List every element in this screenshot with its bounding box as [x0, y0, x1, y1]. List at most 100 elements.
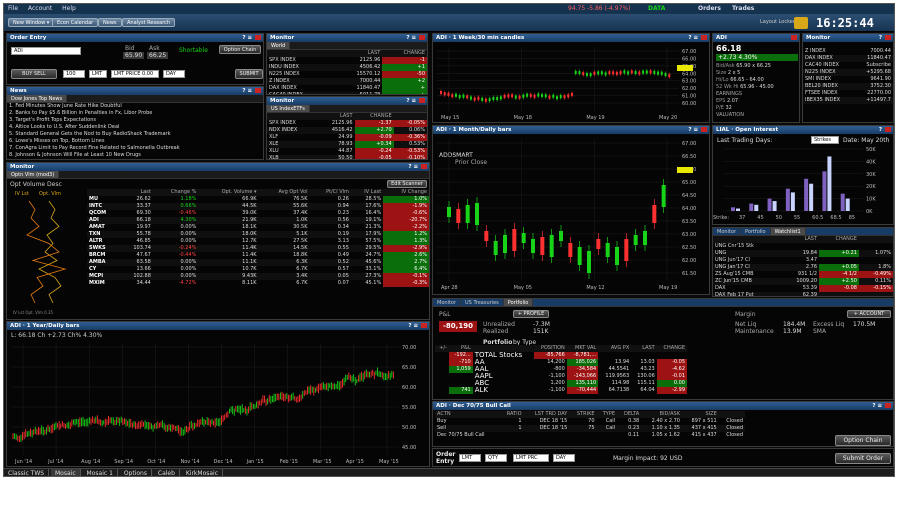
- new-window-button[interactable]: New Window ▾: [8, 18, 55, 27]
- column-header[interactable]: [87, 189, 120, 196]
- option-chain-button[interactable]: Option Chain: [219, 45, 261, 54]
- table-row[interactable]: Z INDEX 7000.44: [803, 48, 893, 55]
- table-row[interactable]: Dec 70/75 Bull Call 0.11 1.05 x 1.62 415 x …: [435, 432, 745, 439]
- column-header[interactable]: [472, 345, 534, 352]
- analyst-research-button[interactable]: Analyst Research: [122, 18, 176, 27]
- column-header[interactable]: SIZE: [681, 411, 719, 418]
- table-row[interactable]: ZS Aug'15 CMB 931 1/2 -4 1/2 -0.49%: [713, 271, 893, 278]
- table-row[interactable]: ALTR 46.85 0.00% 12.7K 27.5K 3.13 57.5% 1.3%: [87, 238, 429, 245]
- tab-portfolio[interactable]: Portfolio: [741, 228, 771, 235]
- column-header[interactable]: [858, 236, 893, 243]
- add-profile-button[interactable]: + PROFILE: [513, 310, 549, 318]
- table-row[interactable]: SPX INDEX 2125.96 -1.37 -0.05%: [267, 120, 427, 127]
- table-row[interactable]: XLU 44.87 -0.24 -0.53%: [267, 148, 427, 155]
- position-row[interactable]: -710 AA 14,200 185,026 13.94 13.03 -0.05: [435, 359, 687, 366]
- column-header[interactable]: LAST: [316, 113, 355, 120]
- position-row[interactable]: AAPL -1,100 -143,066 119.9563 130.06 -0.01: [435, 373, 687, 380]
- table-row[interactable]: MXIM 34.44 -4.72% 8.11K 6.7K 0.07 45.1% -0.3%: [87, 280, 429, 287]
- column-header[interactable]: IV Change: [383, 189, 429, 196]
- bar-limit-price[interactable]: LMT PRC: [513, 454, 549, 462]
- column-header[interactable]: POSITION: [533, 345, 567, 352]
- table-row[interactable]: UNG Jun'17 Cl 3.47: [713, 257, 893, 264]
- tab-mosaic[interactable]: Mosaic: [51, 469, 81, 476]
- position-row[interactable]: 741 ALK -1,100 -70,444 64.7138 64.04 -2.99: [435, 387, 687, 394]
- option-chain-button-2[interactable]: Option Chain: [835, 435, 891, 446]
- table-row[interactable]: UNG Jan'17 Cl 2.76 +0.05 1.8%: [713, 264, 893, 271]
- column-header[interactable]: RATIO: [499, 411, 524, 418]
- menu-account[interactable]: Account: [24, 4, 56, 14]
- ask-price[interactable]: 66.25: [147, 52, 169, 59]
- column-header[interactable]: P&L: [448, 345, 473, 352]
- column-header[interactable]: LAST: [631, 345, 657, 352]
- table-row[interactable]: MCPI 102.88 0.00% 9.43K 3.4K 0.05 27.3% -0.1%: [87, 273, 429, 280]
- chart-1year-plot[interactable]: 70.00 65.00 60.00 55.00 50.00 45.00 Jun '14 Jul…: [7, 339, 429, 467]
- table-row[interactable]: TXN 55.78 0.00% 18.0K 5.1K 0.19 17.9% 1.2%: [87, 231, 429, 238]
- column-header[interactable]: LAST: [780, 236, 820, 243]
- bar-order-type[interactable]: LMT: [459, 454, 481, 462]
- column-header[interactable]: Opt. Volume ▾: [198, 189, 259, 196]
- table-row[interactable]: Buy 1 DEC 18 '15 70 Call 0.38 2.40 x 2.70 897 x…: [435, 418, 745, 425]
- tab-optn-vlm[interactable]: Optn Vlm (mod3): [7, 171, 60, 178]
- chart-month-plot[interactable]: 67.0066.5065.5065.0064.5064.0063.5063.00…: [433, 135, 709, 295]
- table-row[interactable]: DAX INDEX 11840.47 +: [267, 85, 427, 92]
- column-header[interactable]: Avg Opt Vol: [258, 189, 310, 196]
- quantity-input[interactable]: 100: [63, 70, 85, 78]
- news-item[interactable]: 3. Target's Profit Tops Expectations: [7, 117, 263, 124]
- total-row[interactable]: -192... TOTAL Stocks -85,766 -8,781,...: [435, 352, 687, 359]
- table-row[interactable]: SMI INDEX 9641.90: [803, 76, 893, 83]
- table-row[interactable]: IBEX35 INDEX +11497.7: [803, 97, 893, 104]
- econ-calendar-button[interactable]: Econ Calendar: [52, 18, 99, 27]
- table-row[interactable]: UNG Cnr'15 Stk: [713, 243, 893, 250]
- submit-button[interactable]: SUBMIT: [235, 69, 263, 79]
- tab-us-index-etfs[interactable]: US IndexETFs: [267, 105, 310, 112]
- news-item[interactable]: 5. Standard General Gets the Nod to Buy …: [7, 131, 263, 138]
- orders-button[interactable]: Orders: [694, 4, 725, 14]
- strikes-select[interactable]: Strikes: [811, 136, 839, 144]
- tab-mosaic-1[interactable]: Mosaic 1: [83, 469, 118, 476]
- tab-monitor-2[interactable]: Monitor: [433, 299, 462, 306]
- tif-select[interactable]: DAY: [163, 70, 185, 78]
- column-header[interactable]: CHANGE: [656, 345, 687, 352]
- menu-help[interactable]: Help: [58, 4, 80, 14]
- column-header[interactable]: [393, 113, 427, 120]
- table-row[interactable]: FTSEE INDEX 22770.00: [803, 90, 893, 97]
- table-row[interactable]: AMAT 19.97 0.00% 18.1K 30.5K 0.34 21.3% -2.2%: [87, 224, 429, 231]
- column-header[interactable]: CHANGE: [382, 50, 427, 57]
- news-item[interactable]: 1. Fed Minutes Show June Rate Hike Doubt…: [7, 103, 263, 110]
- table-row[interactable]: Sell 1 DEC 18 '15 75 Call 0.23 1.10 x 1.35 437 …: [435, 425, 745, 432]
- table-row[interactable]: ZC Jun'15 CMB 1009.20 +2.50 0.11%: [713, 278, 893, 285]
- column-header[interactable]: [713, 236, 781, 243]
- column-header[interactable]: ACTN: [435, 411, 500, 418]
- column-header[interactable]: LST TRD DAY: [523, 411, 570, 418]
- table-row[interactable]: SWKS 103.74 -0.24% 11.4K 14.5K 0.55 29.5% -2.9%: [87, 245, 429, 252]
- column-header[interactable]: [718, 411, 745, 418]
- table-row[interactable]: AMBA 63.58 0.00% 11.1K 6.3K 0.52 45.6% 2.7%: [87, 259, 429, 266]
- column-header[interactable]: Pt/Cl Vlm: [309, 189, 351, 196]
- table-row[interactable]: INTC 33.37 0.66% 44.5K 55.6K 0.94 17.6% -1.9%: [87, 203, 429, 210]
- order-type-select[interactable]: LMT: [89, 70, 107, 78]
- submit-order-button[interactable]: Submit Order: [835, 453, 891, 464]
- table-row[interactable]: CY 13.66 0.00% 10.7K 6.7K 0.57 33.1% 6.4%: [87, 266, 429, 273]
- tab-classic-tws[interactable]: Classic TWS: [4, 469, 50, 476]
- table-row[interactable]: CAC40 INDEX Subscribe: [803, 62, 893, 69]
- oi-date-select[interactable]: Date: May 20th: [843, 137, 889, 144]
- column-header[interactable]: MKT VAL: [566, 345, 599, 352]
- column-header[interactable]: TYPE: [596, 411, 618, 418]
- column-header[interactable]: [267, 113, 317, 120]
- table-row[interactable]: SPX INDEX 2125.96 -1: [267, 57, 427, 64]
- table-row[interactable]: DAX Feb 17 Put 62.39: [713, 292, 893, 296]
- symbol-input[interactable]: ADI: [11, 47, 81, 55]
- table-row[interactable]: BRCM 47.67 -0.44% 11.4K 18.8K 0.49 24.7% 2.6%: [87, 252, 429, 259]
- edit-scanner-button[interactable]: Edit Scanner: [387, 180, 427, 188]
- table-row[interactable]: QCOM 69.30 -0.46% 39.0K 37.4K 0.23 16.4% -0.6%: [87, 210, 429, 217]
- column-header[interactable]: LAST: [333, 50, 383, 57]
- layout-lock-label[interactable]: Layout Locked: [760, 19, 796, 25]
- table-row[interactable]: DAX INDEX 11840.47: [803, 55, 893, 62]
- tab-watchlist1[interactable]: Watchlist1: [770, 228, 806, 235]
- table-row[interactable]: UNG 19.84 +0.21 1.07%: [713, 250, 893, 257]
- news-button[interactable]: News: [98, 18, 122, 27]
- tab-dow-jones[interactable]: Dow Jones Top News: [7, 95, 68, 102]
- column-header[interactable]: IV Last: [350, 189, 384, 196]
- table-row[interactable]: DAX 53.39 -0.08 -0.15%: [713, 285, 893, 292]
- table-row[interactable]: N225 INDEX 15570.12 -50: [267, 71, 427, 78]
